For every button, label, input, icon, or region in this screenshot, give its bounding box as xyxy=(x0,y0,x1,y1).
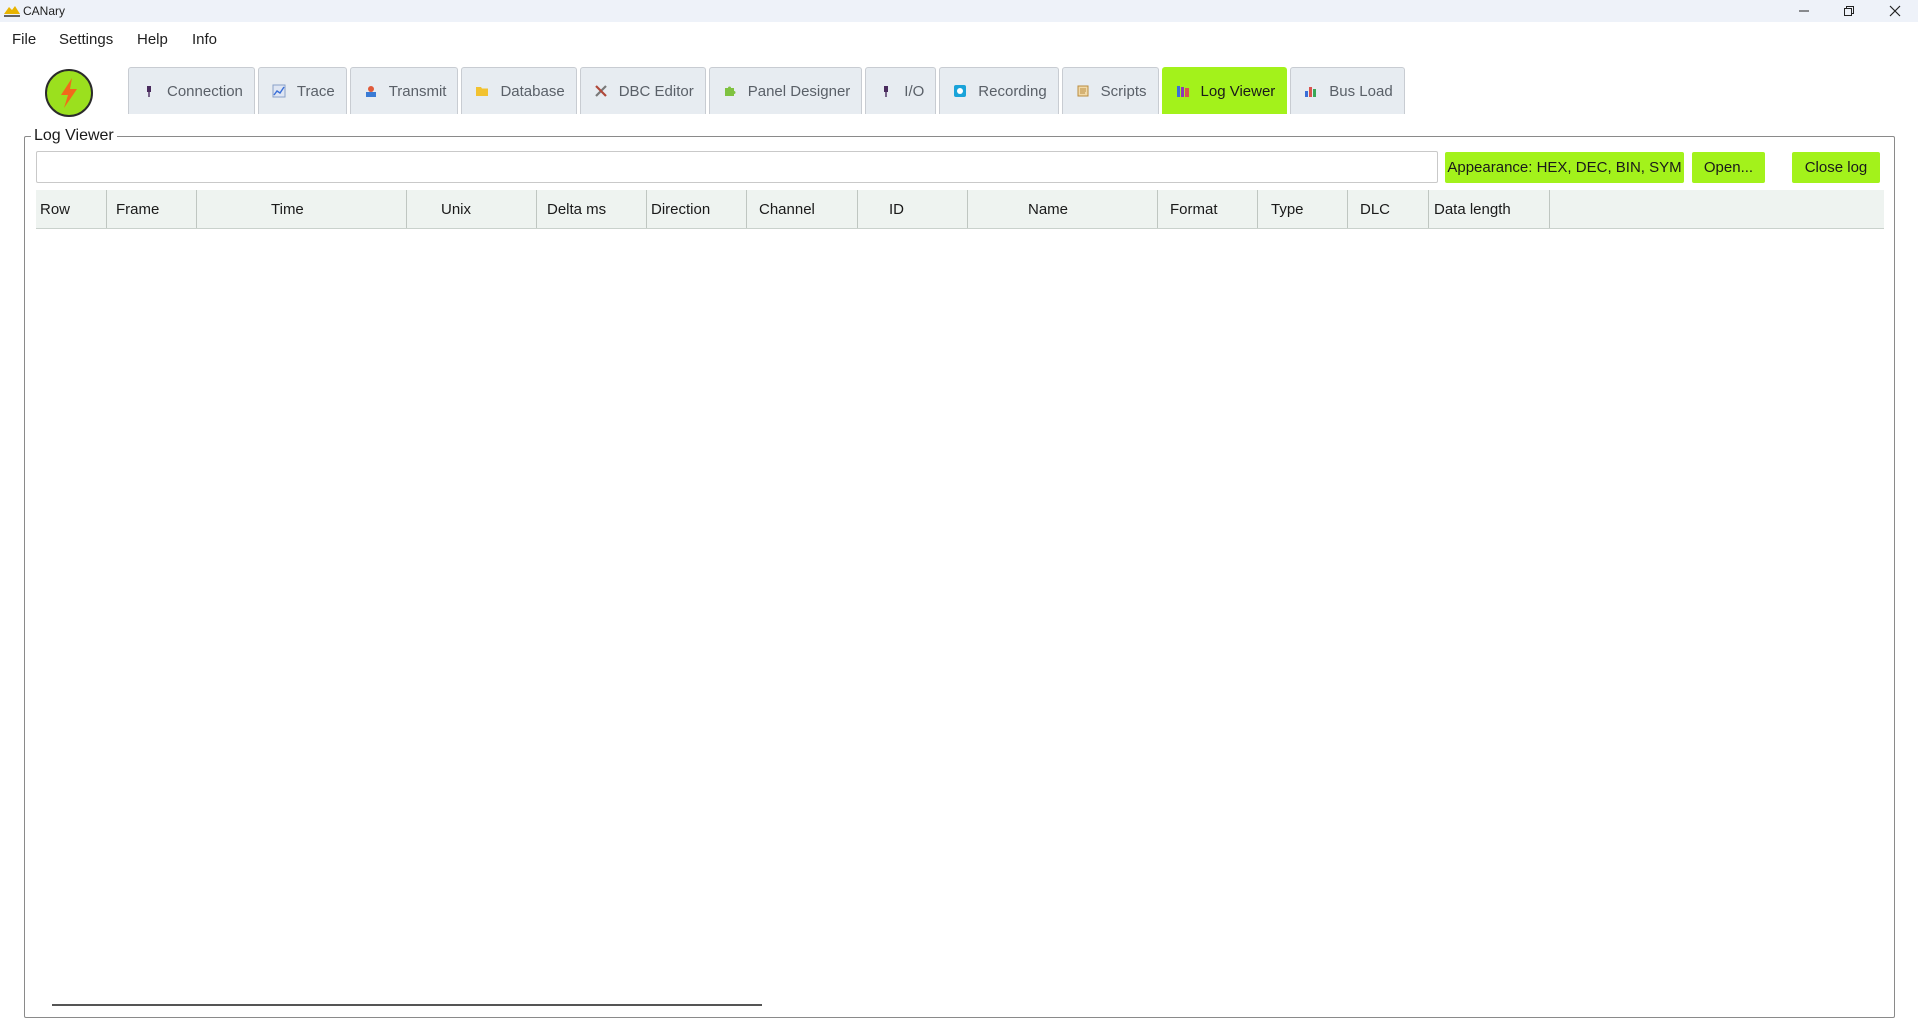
horizontal-scrollbar[interactable] xyxy=(52,1004,762,1006)
column-header-format[interactable]: Format xyxy=(1158,190,1258,228)
log-filter-input[interactable] xyxy=(36,151,1438,183)
open-log-button[interactable]: Open... xyxy=(1692,152,1765,183)
canary-app-icon xyxy=(4,6,20,17)
restore-button[interactable] xyxy=(1826,0,1872,22)
column-header-delta-ms[interactable]: Delta ms xyxy=(537,190,647,228)
bar-chart-icon xyxy=(1305,87,1317,97)
column-header-dlc[interactable]: DLC xyxy=(1348,190,1429,228)
chart-line-icon xyxy=(272,84,286,98)
table-header: Row Frame Time Unix Delta ms Direction C… xyxy=(36,190,1884,229)
close-log-button[interactable]: Close log xyxy=(1792,152,1880,183)
menu-settings[interactable]: Settings xyxy=(59,31,113,48)
tab-dbc-editor[interactable]: DBC Editor xyxy=(579,67,706,114)
tab-scripts[interactable]: Scripts xyxy=(1061,67,1159,114)
column-header-data-length[interactable]: Data length xyxy=(1429,190,1550,228)
close-window-button[interactable] xyxy=(1872,0,1918,22)
menu-info[interactable]: Info xyxy=(192,31,217,48)
restore-icon xyxy=(1844,6,1854,16)
tab-label: Log Viewer xyxy=(1200,82,1276,100)
menu-file[interactable]: File xyxy=(12,31,36,48)
plug-icon xyxy=(884,86,889,97)
tab-label: DBC Editor xyxy=(618,82,694,100)
record-icon xyxy=(954,85,967,97)
plug-icon xyxy=(147,86,151,97)
tab-connection[interactable]: Connection xyxy=(128,67,255,114)
main-tab-bar: Connection Trace Transmit Database DBC E… xyxy=(128,67,1408,115)
folder-icon xyxy=(476,87,489,96)
puzzle-icon xyxy=(724,86,736,96)
transmit-icon xyxy=(365,86,376,97)
column-header-name[interactable]: Name xyxy=(968,190,1158,228)
minimize-button[interactable] xyxy=(1781,0,1827,22)
tools-icon xyxy=(594,85,607,97)
lightning-bolt-icon xyxy=(61,78,77,108)
tab-label: Panel Designer xyxy=(747,82,851,100)
tab-bus-load[interactable]: Bus Load xyxy=(1290,67,1405,114)
tab-trace[interactable]: Trace xyxy=(257,67,347,114)
log-table[interactable]: Row Frame Time Unix Delta ms Direction C… xyxy=(36,190,1884,1010)
column-header-frame[interactable]: Frame xyxy=(107,190,197,228)
scroll-icon xyxy=(1077,85,1089,97)
tab-label: Recording xyxy=(978,82,1047,100)
tab-recording[interactable]: Recording xyxy=(939,67,1059,114)
window-title: CANary xyxy=(23,4,66,18)
tab-transmit[interactable]: Transmit xyxy=(349,67,459,114)
menu-bar: File Settings Help Info xyxy=(0,22,1918,57)
column-header-unix[interactable]: Unix xyxy=(407,190,537,228)
column-header-time[interactable]: Time xyxy=(197,190,407,228)
column-header-id[interactable]: ID xyxy=(858,190,968,228)
title-bar: CANary xyxy=(0,0,1918,22)
tab-label: Database xyxy=(500,82,565,100)
tab-label: Connection xyxy=(167,82,243,100)
tab-log-viewer[interactable]: Log Viewer xyxy=(1161,67,1288,114)
tab-label: Bus Load xyxy=(1329,82,1393,100)
tab-label: Transmit xyxy=(388,82,447,100)
appearance-button[interactable]: Appearance: HEX, DEC, BIN, SYM xyxy=(1445,152,1684,183)
minimize-icon xyxy=(1799,10,1809,12)
tab-label: Trace xyxy=(296,82,335,100)
column-header-type[interactable]: Type xyxy=(1258,190,1348,228)
column-header-row[interactable]: Row xyxy=(36,190,107,228)
tab-database[interactable]: Database xyxy=(461,67,577,114)
app-logo xyxy=(45,69,93,117)
close-icon xyxy=(1889,5,1901,17)
tab-io[interactable]: I/O xyxy=(865,67,937,114)
group-title: Log Viewer xyxy=(31,127,117,145)
menu-help[interactable]: Help xyxy=(137,31,168,48)
column-header-direction[interactable]: Direction xyxy=(647,190,747,228)
tab-panel-designer[interactable]: Panel Designer xyxy=(708,67,863,114)
column-header-channel[interactable]: Channel xyxy=(747,190,858,228)
books-icon xyxy=(1176,86,1189,97)
tab-label: I/O xyxy=(904,82,925,100)
tab-label: Scripts xyxy=(1100,82,1147,100)
